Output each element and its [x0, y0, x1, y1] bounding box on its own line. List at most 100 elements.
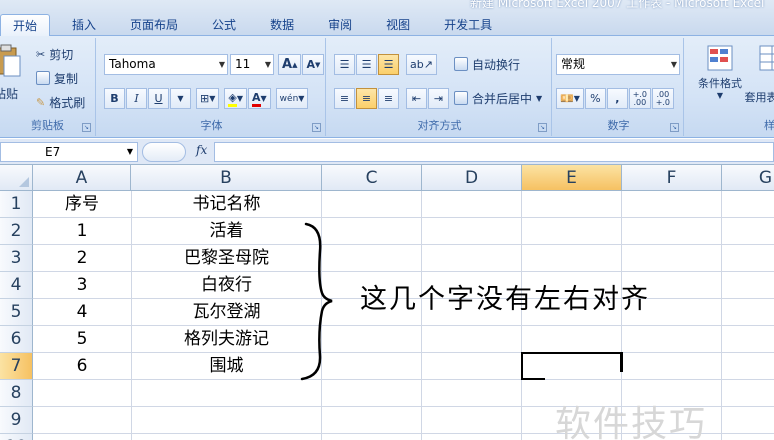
formula-bar: E7 ▼ fx	[0, 139, 774, 165]
column-header-e[interactable]: E	[522, 165, 622, 191]
row-header-5[interactable]: 5	[0, 299, 33, 326]
copy-button[interactable]: 复制	[36, 68, 78, 88]
fill-color-button[interactable]: ◈ ▼	[224, 88, 247, 109]
font-name-dropdown[interactable]: Tahoma ▼	[104, 54, 228, 75]
wrap-text-button[interactable]: 自动换行	[454, 54, 520, 74]
table-icon	[759, 45, 774, 71]
shrink-font-button[interactable]: A ▼	[302, 54, 325, 75]
align-right-icon[interactable]: ≡	[378, 88, 399, 109]
number-launcher-icon[interactable]: ↘	[670, 123, 679, 132]
increase-indent-icon[interactable]: ⇥	[428, 88, 449, 109]
row-header-6[interactable]: 6	[0, 326, 33, 353]
row-header-8[interactable]: 8	[0, 380, 33, 407]
currency-button[interactable]: 💴 ▼	[556, 88, 584, 109]
bold-button[interactable]: B	[104, 88, 125, 109]
cell-b1[interactable]: 书记名称	[131, 191, 322, 218]
paint-bucket-icon: ◈	[228, 91, 237, 107]
watermark: 软件技巧	[555, 404, 708, 440]
chevron-down-icon: ▼	[126, 147, 133, 156]
font-size-dropdown[interactable]: 11 ▼	[230, 54, 274, 75]
formula-expand-handle[interactable]	[142, 142, 186, 162]
row-header-1[interactable]: 1	[0, 191, 33, 218]
cell-a6[interactable]: 5	[33, 326, 131, 353]
insert-function-button[interactable]: fx	[196, 143, 207, 157]
alignment-group: ☰ ☰ ☰ ab↗ ≡ ≡ ≡ ⇤ ⇥ 自动换行 合并后居中 ▼ 对齐方式 ↘	[328, 38, 552, 136]
cell-a1[interactable]: 序号	[33, 191, 131, 218]
paste-label: 粘贴	[0, 87, 19, 101]
wrap-text-label: 自动换行	[472, 57, 521, 72]
decrease-decimal-button[interactable]: .00 +.0	[651, 88, 674, 109]
phonetic-button[interactable]: wén ▼	[275, 88, 309, 109]
column-header-b[interactable]: B	[131, 165, 322, 191]
format-as-table-button[interactable]: 套用表格格	[742, 44, 774, 105]
name-box[interactable]: E7 ▼	[0, 142, 138, 162]
cell-b5[interactable]: 瓦尔登湖	[131, 299, 322, 326]
underline-button[interactable]: U	[148, 88, 169, 109]
orientation-icon[interactable]: ab↗	[406, 54, 437, 75]
paste-button[interactable]: 粘贴	[0, 44, 22, 104]
conditional-format-button[interactable]: 条件格式 ▼	[692, 44, 748, 100]
increase-decimal-button[interactable]: +.0 .00	[628, 88, 651, 109]
chevron-down-icon: ▼	[177, 94, 184, 103]
cut-button[interactable]: ✂ 剪切	[36, 44, 73, 64]
tab-formulas[interactable]: 公式	[200, 14, 248, 36]
cell-b3[interactable]: 巴黎圣母院	[131, 245, 322, 272]
column-header-g[interactable]: G	[722, 165, 774, 191]
chevron-down-icon: ▼	[716, 91, 724, 100]
align-top-icon[interactable]: ☰	[334, 54, 355, 75]
number-format-dropdown[interactable]: 常规 ▼	[556, 54, 680, 75]
row-header-9[interactable]: 9	[0, 407, 33, 434]
tab-developer[interactable]: 开发工具	[432, 14, 504, 36]
font-launcher-icon[interactable]: ↘	[312, 123, 321, 132]
merge-center-button[interactable]: 合并后居中 ▼	[454, 88, 542, 108]
cell-b6[interactable]: 格列夫游记	[131, 326, 322, 353]
percent-button[interactable]: %	[584, 88, 606, 109]
decrease-indent-icon[interactable]: ⇤	[406, 88, 427, 109]
italic-button[interactable]: I	[126, 88, 147, 109]
cell-b7[interactable]: 围城	[131, 353, 322, 380]
row-header-10[interactable]: 10	[0, 434, 33, 440]
row-header-4[interactable]: 4	[0, 272, 33, 299]
styles-group-label: 样式	[764, 119, 774, 132]
wrap-text-icon	[454, 57, 468, 71]
row-header-7[interactable]: 7	[0, 353, 33, 380]
column-header-f[interactable]: F	[622, 165, 722, 191]
select-all-corner[interactable]	[0, 165, 33, 191]
styles-group: 条件格式 ▼ 套用表格格 样式	[686, 38, 774, 136]
row-header-2[interactable]: 2	[0, 218, 33, 245]
clipboard-launcher-icon[interactable]: ↘	[82, 123, 91, 132]
align-center-icon[interactable]: ≡	[356, 88, 377, 109]
column-header-c[interactable]: C	[322, 165, 422, 191]
tab-view[interactable]: 视图	[374, 14, 422, 36]
tab-review[interactable]: 审阅	[316, 14, 364, 36]
cell-a7[interactable]: 6	[33, 353, 131, 380]
format-painter-button[interactable]: ✎ 格式刷	[36, 92, 85, 112]
cell-a4[interactable]: 3	[33, 272, 131, 299]
cell-a2[interactable]: 1	[33, 218, 131, 245]
column-header-d[interactable]: D	[422, 165, 522, 191]
tab-data[interactable]: 数据	[258, 14, 306, 36]
tab-page-layout[interactable]: 页面布局	[118, 14, 190, 36]
tab-home[interactable]: 开始	[0, 14, 51, 36]
column-header-a[interactable]: A	[33, 165, 131, 191]
format-painter-label: 格式刷	[49, 95, 86, 110]
align-left-icon[interactable]: ≡	[334, 88, 355, 109]
row-header-3[interactable]: 3	[0, 245, 33, 272]
formula-input[interactable]	[214, 142, 774, 162]
tab-insert[interactable]: 插入	[60, 14, 108, 36]
align-bottom-icon[interactable]: ☰	[378, 54, 399, 75]
merge-center-label: 合并后居中	[472, 91, 533, 106]
comma-button[interactable]: ,	[606, 88, 628, 109]
ribbon: 粘贴 ✂ 剪切 复制 ✎ 格式刷 剪贴板 ↘ Tahoma ▼ 11 ▼ A ▲…	[0, 36, 774, 138]
font-color-button[interactable]: A ▼	[248, 88, 271, 109]
border-button[interactable]: ⊞ ▼	[196, 88, 220, 109]
cell-a5[interactable]: 4	[33, 299, 131, 326]
cell-a3[interactable]: 2	[33, 245, 131, 272]
align-middle-icon[interactable]: ☰	[356, 54, 377, 75]
cell-b4[interactable]: 白夜行	[131, 272, 322, 299]
cell-b2[interactable]: 活着	[131, 218, 322, 245]
cut-label: 剪切	[49, 47, 74, 62]
grow-font-button[interactable]: A ▲	[278, 54, 302, 75]
underline-dropdown[interactable]: ▼	[170, 88, 191, 109]
alignment-launcher-icon[interactable]: ↘	[538, 123, 547, 132]
